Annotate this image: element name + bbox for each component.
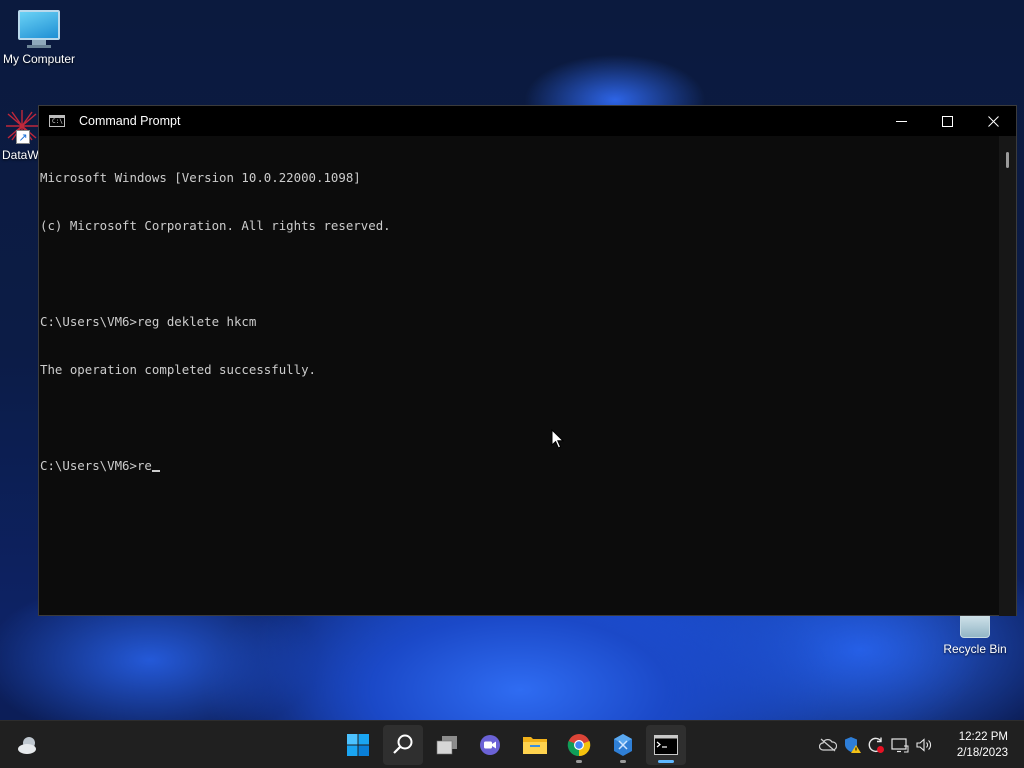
terminal-icon bbox=[654, 735, 678, 755]
tray-network[interactable] bbox=[888, 721, 912, 768]
desktop-icon-my-computer[interactable]: My Computer bbox=[0, 10, 78, 66]
close-icon bbox=[987, 115, 999, 127]
window-title: Command Prompt bbox=[79, 114, 181, 128]
windows-start-icon bbox=[347, 734, 369, 756]
taskbar: 12:22 PM 2/18/2023 bbox=[0, 720, 1024, 768]
sync-icon bbox=[868, 737, 884, 753]
weather-icon bbox=[18, 737, 36, 754]
title-bar[interactable]: C:\ Command Prompt bbox=[39, 106, 1016, 136]
chrome-button[interactable] bbox=[559, 725, 599, 765]
console-prompt-line[interactable]: C:\Users\VM6>re bbox=[40, 458, 999, 474]
maximize-button[interactable] bbox=[924, 106, 970, 136]
tray-volume[interactable] bbox=[912, 721, 936, 768]
task-view-button[interactable] bbox=[427, 725, 467, 765]
desktop-icon-recycle-bin[interactable]: Recycle Bin bbox=[940, 612, 1010, 656]
dataw-app-icon: ↗ bbox=[4, 108, 40, 144]
console-input[interactable]: C:\Users\VM6>re bbox=[40, 458, 152, 473]
maximize-icon bbox=[941, 115, 953, 127]
security-icon bbox=[845, 737, 861, 753]
file-explorer-button[interactable] bbox=[515, 725, 555, 765]
app-button[interactable] bbox=[603, 725, 643, 765]
shortcut-arrow-icon: ↗ bbox=[16, 130, 30, 144]
taskbar-clock[interactable]: 12:22 PM 2/18/2023 bbox=[957, 729, 1008, 761]
app-icon bbox=[614, 734, 632, 756]
file-explorer-icon bbox=[523, 737, 547, 754]
close-button[interactable] bbox=[970, 106, 1016, 136]
console-line: (c) Microsoft Corporation. All rights re… bbox=[40, 218, 391, 233]
command-prompt-window[interactable]: C:\ Command Prompt Microsoft Windows [Ve… bbox=[38, 105, 1017, 616]
search-icon bbox=[393, 734, 413, 754]
console-line: The operation completed successfully. bbox=[40, 362, 317, 377]
start-button[interactable] bbox=[338, 725, 378, 765]
minimize-icon bbox=[895, 120, 907, 122]
console-line: Microsoft Windows [Version 10.0.22000.10… bbox=[40, 170, 361, 185]
active-indicator bbox=[658, 760, 674, 763]
chat-button[interactable] bbox=[470, 725, 510, 765]
mouse-pointer-icon bbox=[551, 429, 565, 449]
console-line: C:\Users\VM6>reg deklete hkcm bbox=[40, 314, 257, 329]
cmd-icon: C:\ bbox=[49, 115, 65, 127]
tray-security[interactable] bbox=[840, 721, 864, 768]
onedrive-icon bbox=[819, 738, 837, 752]
desktop-icon-label: Recycle Bin bbox=[943, 642, 1007, 656]
minimize-button[interactable] bbox=[878, 106, 924, 136]
task-view-icon bbox=[436, 736, 457, 755]
running-indicator bbox=[620, 760, 626, 763]
computer-icon bbox=[18, 10, 60, 40]
command-prompt-taskbar-button[interactable] bbox=[646, 725, 686, 765]
text-cursor bbox=[151, 470, 160, 472]
tray-sync[interactable] bbox=[864, 721, 888, 768]
clock-date: 2/18/2023 bbox=[956, 747, 1008, 759]
chrome-icon bbox=[567, 734, 591, 757]
running-indicator bbox=[576, 760, 582, 763]
scrollbar-thumb[interactable] bbox=[1006, 152, 1009, 168]
clock-time: 12:22 PM bbox=[958, 731, 1008, 743]
network-icon bbox=[891, 738, 909, 753]
vertical-scrollbar[interactable] bbox=[999, 136, 1016, 616]
desktop-icon-label: My Computer bbox=[2, 52, 76, 66]
console-output[interactable]: Microsoft Windows [Version 10.0.22000.10… bbox=[39, 136, 999, 616]
tray-onedrive[interactable] bbox=[816, 721, 840, 768]
weather-widget[interactable] bbox=[8, 725, 48, 765]
search-button[interactable] bbox=[383, 725, 423, 765]
volume-icon bbox=[916, 738, 931, 752]
chat-icon bbox=[480, 735, 500, 755]
